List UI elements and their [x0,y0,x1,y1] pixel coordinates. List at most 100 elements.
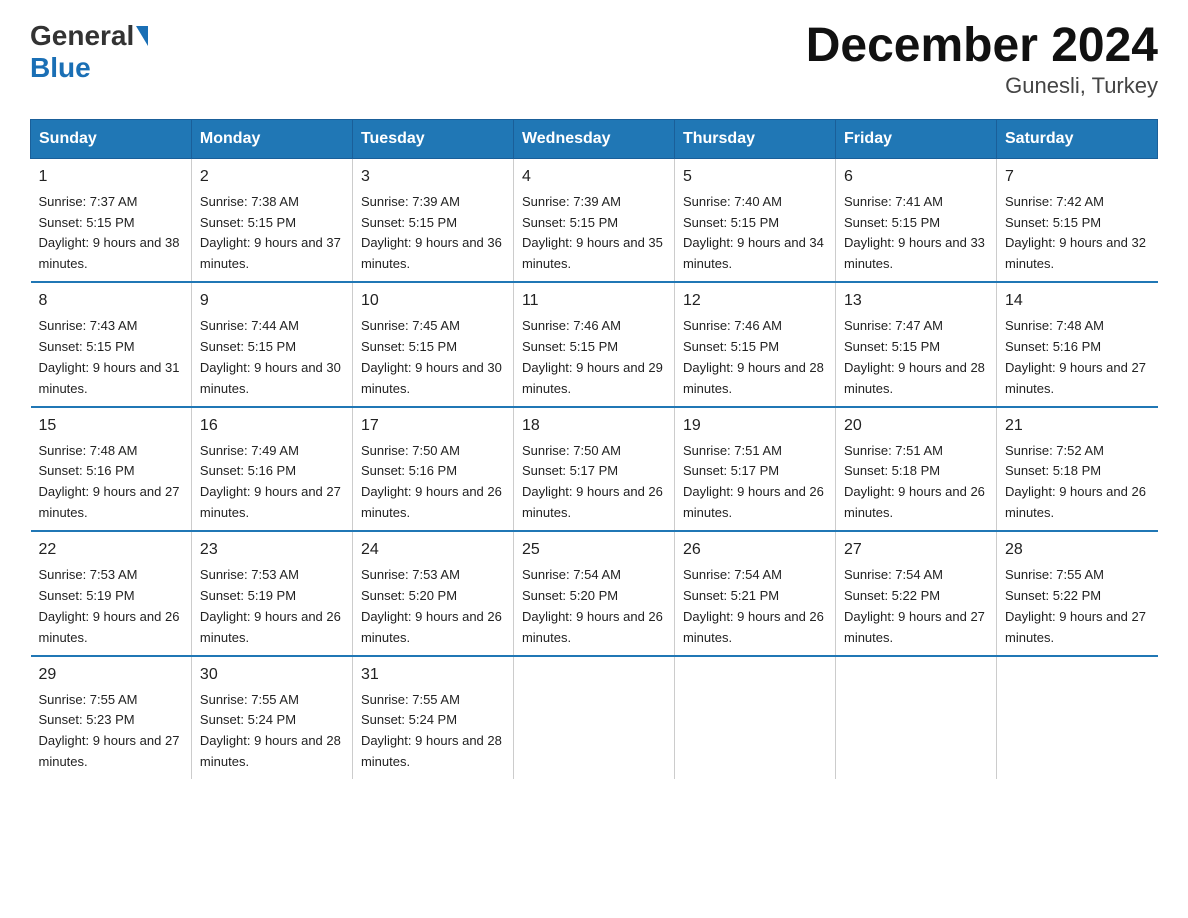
calendar-week-1: 1 Sunrise: 7:37 AM Sunset: 5:15 PM Daylight… [31,158,1158,282]
header: General Blue December 2024 Gunesli, Turk… [30,20,1158,99]
calendar-week-2: 8 Sunrise: 7:43 AM Sunset: 5:15 PM Daylight… [31,282,1158,406]
day-sunset: Sunset: 5:15 PM [844,339,940,354]
day-sunrise: Sunrise: 7:51 AM [844,443,943,458]
day-sunset: Sunset: 5:15 PM [683,215,779,230]
day-daylight: Daylight: 9 hours and 34 minutes. [683,235,824,271]
day-number: 22 [39,538,183,563]
day-sunrise: Sunrise: 7:50 AM [522,443,621,458]
column-header-monday: Monday [191,119,352,158]
day-sunrise: Sunrise: 7:48 AM [39,443,138,458]
day-number: 24 [361,538,505,563]
day-daylight: Daylight: 9 hours and 27 minutes. [844,609,985,645]
day-number: 25 [522,538,666,563]
calendar-cell: 22Sunrise: 7:53 AMSunset: 5:19 PMDayligh… [31,531,192,655]
day-sunrise: Sunrise: 7:46 AM [522,318,621,333]
day-daylight: Daylight: 9 hours and 26 minutes. [39,609,180,645]
day-sunset: Sunset: 5:16 PM [39,463,135,478]
day-daylight: Daylight: 9 hours and 26 minutes. [361,484,502,520]
calendar-cell: 8Sunrise: 7:43 AMSunset: 5:15 PMDaylight… [31,282,192,406]
calendar-cell: 6Sunrise: 7:41 AMSunset: 5:15 PMDaylight… [835,158,996,282]
calendar-cell: 31Sunrise: 7:55 AMSunset: 5:24 PMDayligh… [352,656,513,779]
day-daylight: Daylight: 9 hours and 31 minutes. [39,360,180,396]
day-daylight: Daylight: 9 hours and 26 minutes. [522,484,663,520]
calendar-cell: 27 Sunrise: 7:54 AM Sunset: 5:22 PM Dayligh… [835,531,996,655]
day-sunrise: Sunrise: 7:53 AM [361,567,460,582]
day-sunset: Sunset: 5:16 PM [1005,339,1101,354]
day-sunrise: Sunrise: 7:39 AM [522,194,621,209]
day-sunset: Sunset: 5:24 PM [200,712,296,727]
day-sunset: Sunset: 5:22 PM [1005,588,1101,603]
day-number: 5 [683,165,827,190]
day-sunset: Sunset: 5:16 PM [361,463,457,478]
calendar-subtitle: Gunesli, Turkey [806,73,1158,99]
day-number: 29 [39,663,183,688]
day-sunset: Sunset: 5:15 PM [683,339,779,354]
calendar-cell: 9Sunrise: 7:44 AMSunset: 5:15 PMDaylight… [191,282,352,406]
calendar-cell: 26Sunrise: 7:54 AMSunset: 5:21 PMDayligh… [674,531,835,655]
day-daylight: Daylight: 9 hours and 26 minutes. [683,609,824,645]
day-number: 16 [200,414,344,439]
day-sunrise: Sunrise: 7:46 AM [683,318,782,333]
calendar-cell: 30Sunrise: 7:55 AMSunset: 5:24 PMDayligh… [191,656,352,779]
day-sunset: Sunset: 5:18 PM [844,463,940,478]
day-number: 11 [522,289,666,314]
calendar-cell [513,656,674,779]
day-sunrise: Sunrise: 7:55 AM [39,692,138,707]
day-daylight: Daylight: 9 hours and 36 minutes. [361,235,502,271]
day-number: 8 [39,289,183,314]
day-sunrise: Sunrise: 7:37 AM [39,194,138,209]
day-daylight: Daylight: 9 hours and 28 minutes. [361,733,502,769]
day-number: 26 [683,538,827,563]
day-daylight: Daylight: 9 hours and 30 minutes. [361,360,502,396]
day-daylight: Daylight: 9 hours and 37 minutes. [200,235,341,271]
day-sunset: Sunset: 5:15 PM [361,339,457,354]
day-sunrise: Sunrise: 7:49 AM [200,443,299,458]
calendar-cell: 13Sunrise: 7:47 AMSunset: 5:15 PMDayligh… [835,282,996,406]
day-daylight: Daylight: 9 hours and 27 minutes. [39,733,180,769]
day-number: 6 [844,165,988,190]
calendar-title: December 2024 [806,20,1158,73]
calendar-table: SundayMondayTuesdayWednesdayThursdayFrid… [30,119,1158,779]
day-sunrise: Sunrise: 7:43 AM [39,318,138,333]
day-daylight: Daylight: 9 hours and 26 minutes. [844,484,985,520]
day-sunrise: Sunrise: 7:47 AM [844,318,943,333]
day-sunrise: Sunrise: 7:38 AM [200,194,299,209]
day-sunrise: Sunrise: 7:48 AM [1005,318,1104,333]
calendar-cell: 4Sunrise: 7:39 AMSunset: 5:15 PMDaylight… [513,158,674,282]
day-sunset: Sunset: 5:15 PM [844,215,940,230]
day-number: 2 [200,165,344,190]
calendar-cell: 10Sunrise: 7:45 AMSunset: 5:15 PMDayligh… [352,282,513,406]
day-sunset: Sunset: 5:15 PM [522,339,618,354]
day-sunset: Sunset: 5:20 PM [522,588,618,603]
day-number: 31 [361,663,505,688]
calendar-cell: 25Sunrise: 7:54 AMSunset: 5:20 PMDayligh… [513,531,674,655]
day-daylight: Daylight: 9 hours and 26 minutes. [683,484,824,520]
day-sunset: Sunset: 5:15 PM [522,215,618,230]
day-sunrise: Sunrise: 7:54 AM [844,567,943,582]
column-header-sunday: Sunday [31,119,192,158]
calendar-cell: 18Sunrise: 7:50 AMSunset: 5:17 PMDayligh… [513,407,674,531]
calendar-cell [835,656,996,779]
day-sunset: Sunset: 5:15 PM [1005,215,1101,230]
day-daylight: Daylight: 9 hours and 28 minutes. [683,360,824,396]
day-sunset: Sunset: 5:15 PM [200,215,296,230]
day-number: 14 [1005,289,1150,314]
day-sunrise: Sunrise: 7:41 AM [844,194,943,209]
logo-general-text: General [30,20,134,52]
day-number: 1 [39,165,183,190]
day-number: 30 [200,663,344,688]
day-sunrise: Sunrise: 7:53 AM [200,567,299,582]
calendar-cell: 14Sunrise: 7:48 AMSunset: 5:16 PMDayligh… [997,282,1158,406]
calendar-header-row: SundayMondayTuesdayWednesdayThursdayFrid… [31,119,1158,158]
column-header-tuesday: Tuesday [352,119,513,158]
calendar-cell: 20Sunrise: 7:51 AMSunset: 5:18 PMDayligh… [835,407,996,531]
day-sunset: Sunset: 5:20 PM [361,588,457,603]
day-daylight: Daylight: 9 hours and 38 minutes. [39,235,180,271]
calendar-cell: 16Sunrise: 7:49 AMSunset: 5:16 PMDayligh… [191,407,352,531]
day-sunset: Sunset: 5:18 PM [1005,463,1101,478]
day-number: 4 [522,165,666,190]
day-number: 27 [844,538,988,563]
day-sunset: Sunset: 5:22 PM [844,588,940,603]
calendar-week-3: 15Sunrise: 7:48 AMSunset: 5:16 PMDayligh… [31,407,1158,531]
day-sunrise: Sunrise: 7:55 AM [1005,567,1104,582]
